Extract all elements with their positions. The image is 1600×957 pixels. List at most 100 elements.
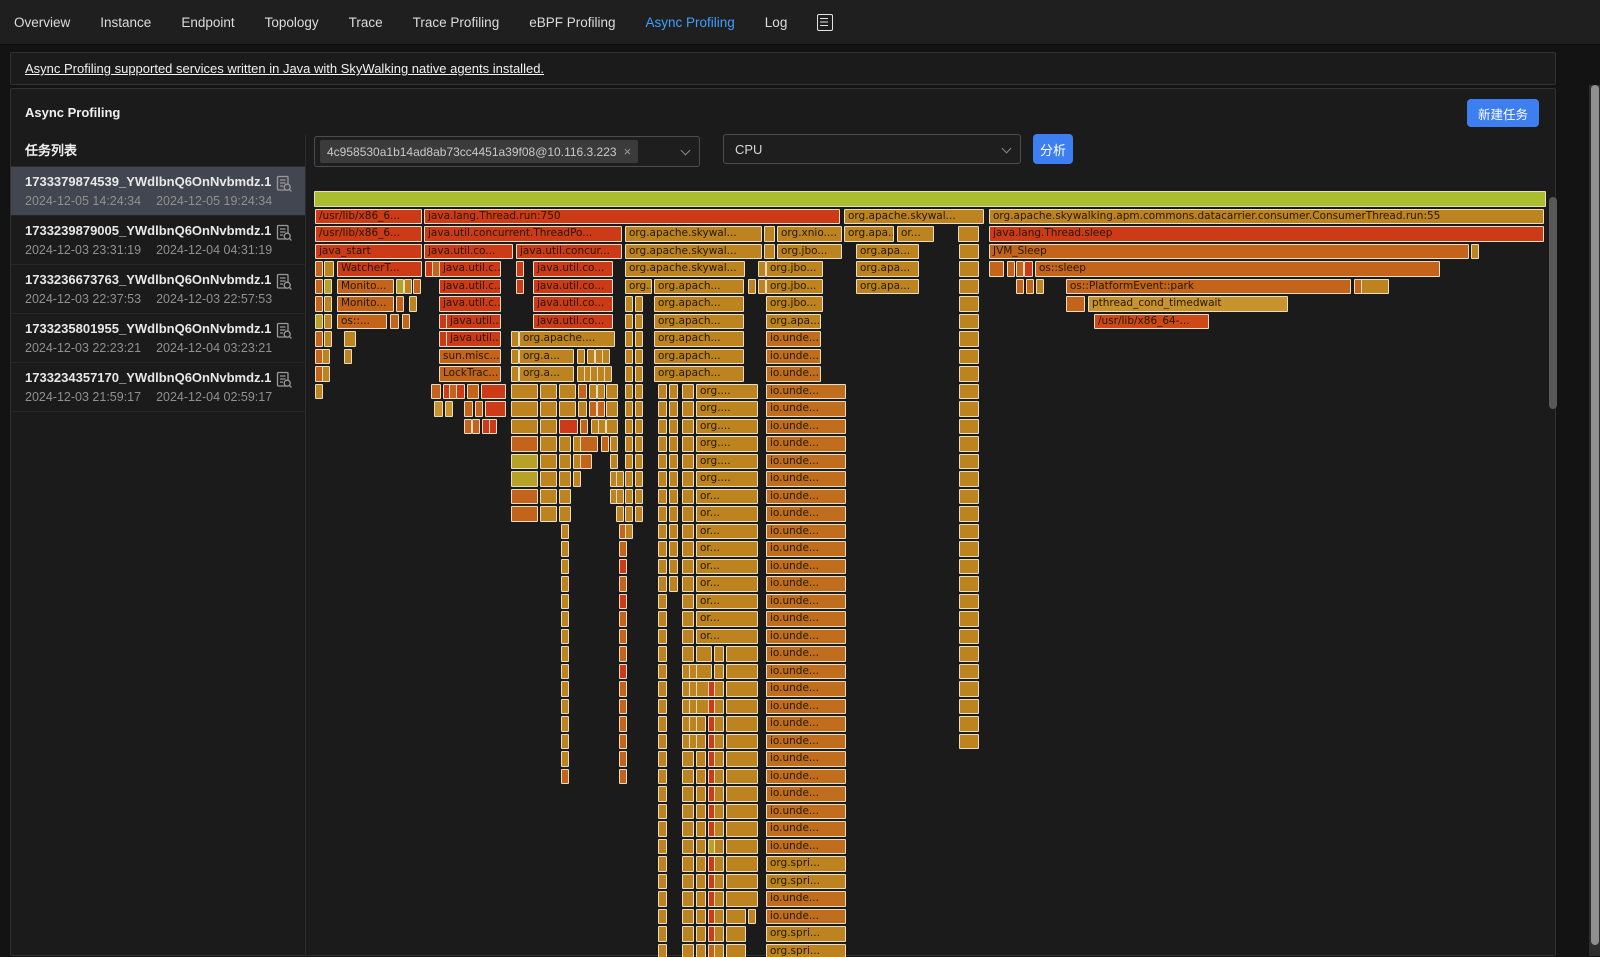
flame-segment[interactable]: org.a... (519, 349, 574, 365)
flame-segment[interactable] (758, 279, 766, 295)
flame-segment[interactable] (726, 944, 746, 957)
flame-segment[interactable] (959, 436, 979, 452)
flame-segment[interactable] (669, 471, 678, 487)
flame-segment[interactable] (625, 454, 633, 470)
flame-segment[interactable] (456, 384, 465, 400)
task-item[interactable]: 1733236673763_YWdlbnQ6OnNvbmdz.1 2024-12… (11, 265, 305, 314)
flame-segment[interactable] (540, 401, 557, 417)
flame-segment[interactable] (714, 909, 724, 925)
flame-segment[interactable]: io.unde... (766, 506, 846, 522)
flame-segment[interactable] (580, 419, 588, 435)
flame-segment[interactable]: io.unde... (766, 366, 821, 382)
flame-segment[interactable] (658, 611, 667, 627)
tab-trace-profiling[interactable]: Trace Profiling (413, 15, 500, 30)
flame-segment[interactable]: io.unde... (766, 471, 846, 487)
flame-scrollbar-thumb[interactable] (1549, 197, 1557, 409)
flame-segment[interactable] (658, 681, 667, 697)
flame-segment[interactable] (758, 261, 766, 277)
flame-segment[interactable] (635, 366, 643, 382)
flame-segment[interactable] (598, 419, 606, 435)
flame-segment[interactable] (559, 384, 576, 400)
flame-segment[interactable] (682, 891, 694, 907)
flame-segment[interactable] (669, 436, 678, 452)
flame-segment[interactable]: java.util.co... (424, 244, 513, 260)
flame-segment[interactable] (409, 296, 417, 312)
flame-segment[interactable] (714, 856, 724, 872)
flame-segment[interactable] (682, 541, 694, 557)
flame-segment[interactable] (959, 664, 979, 680)
flame-segment[interactable]: java.util.... (446, 314, 501, 330)
flame-segment[interactable] (682, 559, 694, 575)
flame-segment[interactable]: io.unde... (766, 349, 821, 365)
flame-segment[interactable] (959, 646, 979, 662)
flame-segment[interactable] (404, 279, 412, 295)
flame-segment[interactable] (604, 366, 612, 382)
analysis-type-select[interactable]: CPU (723, 134, 1021, 164)
flame-segment[interactable]: io.unde... (766, 734, 846, 750)
flame-segment[interactable]: org.... (696, 454, 758, 470)
flame-segment[interactable] (669, 506, 678, 522)
flame-segment[interactable] (561, 559, 569, 575)
flame-segment[interactable]: org.spri... (766, 856, 846, 872)
flame-segment[interactable]: io.unde... (766, 821, 846, 837)
flame-segment[interactable] (714, 751, 724, 767)
flame-segment[interactable] (580, 454, 592, 470)
flame-scrollbar[interactable] (1549, 193, 1557, 949)
flame-segment[interactable] (682, 751, 694, 767)
flame-segment[interactable] (959, 629, 979, 645)
flame-segment[interactable] (959, 279, 979, 295)
flame-segment[interactable] (764, 244, 775, 260)
flame-segment[interactable]: or... (696, 576, 758, 592)
flame-segment[interactable]: java.util.concur... (516, 244, 622, 260)
flame-segment[interactable] (696, 944, 706, 957)
flame-segment[interactable] (714, 681, 724, 697)
flame-segment[interactable] (682, 436, 694, 452)
flame-segment[interactable]: io.unde... (766, 331, 821, 347)
flame-segment[interactable] (696, 769, 706, 785)
flame-segment[interactable] (464, 401, 473, 417)
flame-segment[interactable] (324, 331, 332, 347)
flame-segment[interactable] (625, 506, 633, 522)
flame-segment[interactable] (682, 909, 694, 925)
flame-segment[interactable] (511, 489, 538, 505)
flame-segment[interactable]: io.unde... (766, 594, 846, 610)
flame-segment[interactable]: java.util.co... (533, 261, 613, 277)
flame-segment[interactable]: java.util.c... (439, 296, 501, 312)
flame-segment[interactable] (511, 436, 538, 452)
flame-segment[interactable]: org.apa... (856, 279, 919, 295)
flame-segment[interactable] (658, 576, 667, 592)
flame-segment[interactable] (511, 331, 519, 347)
tab-endpoint[interactable]: Endpoint (181, 15, 234, 30)
flame-segment[interactable] (959, 699, 979, 715)
flame-segment[interactable] (489, 419, 497, 435)
flame-segment[interactable]: java.util.c... (439, 279, 501, 295)
flame-segment[interactable] (696, 664, 712, 680)
flame-segment[interactable] (959, 489, 979, 505)
flame-segment[interactable] (540, 436, 557, 452)
flame-segment[interactable]: io.unde... (766, 769, 846, 785)
flame-segment[interactable] (959, 296, 979, 312)
flame-segment[interactable] (682, 646, 694, 662)
flame-segment[interactable] (464, 419, 472, 435)
flame-segment[interactable] (561, 699, 569, 715)
flame-segment[interactable] (658, 786, 667, 802)
flame-segment[interactable]: org.apache.skywal... (625, 261, 745, 277)
flame-segment[interactable] (344, 331, 356, 347)
flame-segment[interactable] (658, 751, 667, 767)
flame-segment[interactable]: org.... (625, 279, 652, 295)
flame-segment[interactable]: org.apache.skywal... (625, 244, 762, 260)
task-log-icon[interactable] (275, 322, 293, 340)
flame-segment[interactable] (696, 856, 706, 872)
flame-segment[interactable] (682, 874, 694, 890)
flame-segment[interactable]: /usr/lib/x86_64-... (1094, 314, 1209, 330)
flame-segment[interactable] (511, 349, 519, 365)
flame-segment[interactable] (958, 226, 979, 242)
flame-segment[interactable]: io.unde... (766, 524, 846, 540)
flame-segment[interactable] (959, 401, 979, 417)
flame-segment[interactable] (577, 349, 585, 365)
flame-segment[interactable]: io.unde... (766, 786, 846, 802)
flame-segment[interactable]: org.apach... (654, 296, 744, 312)
flame-segment[interactable] (561, 716, 569, 732)
flame-segment[interactable] (315, 296, 323, 312)
flame-segment[interactable] (1016, 261, 1024, 277)
